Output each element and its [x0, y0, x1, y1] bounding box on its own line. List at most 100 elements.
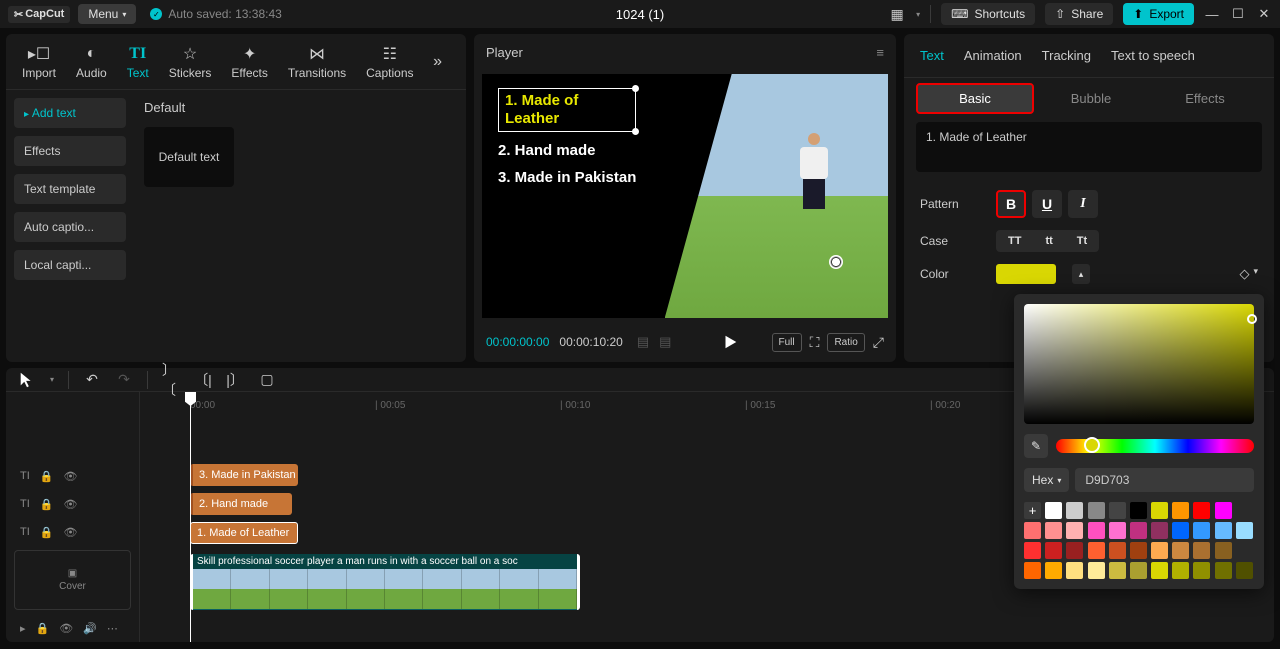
layout-icon[interactable]: ▦	[888, 5, 906, 23]
color-swatch-item[interactable]	[1024, 522, 1041, 539]
fullscreen-icon[interactable]: ⤢	[873, 334, 884, 351]
color-swatch-item[interactable]	[1130, 502, 1147, 519]
eye-icon[interactable]: 👁	[63, 498, 77, 511]
color-swatch-item[interactable]	[1024, 562, 1041, 579]
underline-button[interactable]: U	[1032, 190, 1062, 218]
color-swatch-item[interactable]	[1045, 542, 1062, 559]
sidebar-autocaption[interactable]: Auto captio...	[14, 212, 126, 242]
color-swatch-item[interactable]	[1066, 522, 1083, 539]
lock-icon[interactable]: 🔒	[40, 470, 54, 483]
export-button[interactable]: ⬆Export	[1123, 3, 1194, 25]
case-lower[interactable]: tt	[1033, 230, 1064, 252]
hue-slider[interactable]	[1056, 439, 1254, 453]
ratio-button[interactable]: Ratio	[827, 333, 864, 352]
sidebar-localcaption[interactable]: Local capti...	[14, 250, 126, 280]
color-swatch-item[interactable]	[1172, 502, 1189, 519]
color-swatch-item[interactable]	[1066, 562, 1083, 579]
inspector-tab-tts[interactable]: Text to speech	[1111, 48, 1195, 63]
default-text-preset[interactable]: Default text	[144, 127, 234, 187]
sidebar-template[interactable]: Text template	[14, 174, 126, 204]
color-swatch-item[interactable]	[1130, 522, 1147, 539]
color-dropdown[interactable]: ▴	[1072, 264, 1090, 284]
inspector-tab-animation[interactable]: Animation	[964, 48, 1022, 63]
color-swatch-item[interactable]	[1130, 542, 1147, 559]
subtab-basic[interactable]: Basic	[916, 83, 1034, 114]
color-swatch-item[interactable]	[1045, 502, 1062, 519]
lock-icon[interactable]: 🔒	[40, 498, 54, 511]
color-swatch-item[interactable]	[1088, 542, 1105, 559]
color-swatch-item[interactable]	[1193, 542, 1210, 559]
share-button[interactable]: ⇧Share	[1045, 3, 1113, 25]
color-mode-select[interactable]: Hex▾	[1024, 468, 1069, 492]
color-swatch-item[interactable]	[1109, 522, 1126, 539]
color-swatch-item[interactable]	[1172, 522, 1189, 539]
diamond-icon[interactable]: ◇	[1239, 266, 1249, 282]
expand-tabs[interactable]: »	[424, 46, 452, 78]
color-swatch-item[interactable]	[1236, 562, 1253, 579]
inspector-tab-tracking[interactable]: Tracking	[1042, 48, 1091, 63]
bold-button[interactable]: B	[996, 190, 1026, 218]
trim-left-tool[interactable]: 〔|	[194, 371, 212, 389]
color-swatch-item[interactable]	[1236, 522, 1253, 539]
close-icon[interactable]: ✕	[1256, 6, 1272, 22]
color-swatch-item[interactable]	[1130, 562, 1147, 579]
color-swatch-item[interactable]	[1151, 502, 1168, 519]
color-swatch[interactable]	[996, 264, 1056, 284]
color-swatch-item[interactable]	[1024, 542, 1041, 559]
color-swatch-item[interactable]	[1193, 562, 1210, 579]
color-swatch-item[interactable]	[1066, 502, 1083, 519]
sidebar-effects[interactable]: Effects	[14, 136, 126, 166]
hex-input[interactable]: D9D703	[1075, 468, 1254, 492]
lock-icon[interactable]: 🔒	[40, 526, 54, 539]
list-icon-2[interactable]: ▤	[659, 334, 671, 350]
add-swatch[interactable]: +	[1024, 502, 1041, 519]
color-swatch-item[interactable]	[1193, 502, 1210, 519]
color-swatch-item[interactable]	[1109, 502, 1126, 519]
text-overlay-3[interactable]: 3. Made in Pakistan	[498, 169, 636, 186]
crop-icon[interactable]: ⛶	[810, 334, 820, 351]
color-swatch-item[interactable]	[1215, 522, 1232, 539]
sv-cursor[interactable]	[1247, 314, 1257, 324]
color-swatch-item[interactable]	[1045, 522, 1062, 539]
eyedropper-button[interactable]: ✎	[1024, 434, 1048, 458]
color-swatch-item[interactable]	[1109, 562, 1126, 579]
player-viewport[interactable]: 1. Made ofLeather 2. Hand made 3. Made i…	[482, 74, 888, 318]
pointer-tool[interactable]	[18, 371, 36, 389]
tab-effects[interactable]: ✦Effects	[221, 38, 277, 86]
lock-icon[interactable]: 🔒	[36, 622, 50, 635]
color-swatch-item[interactable]	[1172, 542, 1189, 559]
color-swatch-item[interactable]	[1088, 502, 1105, 519]
tab-text[interactable]: TIText	[117, 38, 159, 86]
color-swatch-item[interactable]	[1215, 562, 1232, 579]
trim-right-tool[interactable]: |〕	[226, 371, 244, 389]
text-content-input[interactable]: 1. Made of Leather	[916, 122, 1262, 172]
color-swatch-item[interactable]	[1045, 562, 1062, 579]
subtab-bubble[interactable]: Bubble	[1034, 85, 1148, 112]
tab-import[interactable]: ▸☐Import	[12, 38, 66, 86]
shortcuts-button[interactable]: ⌨Shortcuts	[941, 3, 1035, 25]
case-title[interactable]: Tt	[1065, 230, 1099, 252]
color-swatch-item[interactable]	[1109, 542, 1126, 559]
play-button[interactable]	[721, 333, 739, 351]
subtab-effects[interactable]: Effects	[1148, 85, 1262, 112]
tab-captions[interactable]: ☷Captions	[356, 38, 423, 86]
color-swatch-item[interactable]	[1088, 562, 1105, 579]
color-swatch-item[interactable]	[1151, 522, 1168, 539]
color-swatch-item[interactable]	[1215, 542, 1232, 559]
color-swatch-item[interactable]	[1151, 542, 1168, 559]
tab-transitions[interactable]: ⋈Transitions	[278, 38, 356, 86]
text-clip-1[interactable]: 1. Made of Leather	[190, 522, 298, 544]
redo-button[interactable]: ↷	[115, 371, 133, 389]
text-clip-3[interactable]: 3. Made in Pakistan	[190, 464, 298, 486]
crop-tool[interactable]: ▢	[258, 371, 276, 389]
chevron-down-icon[interactable]: ▾	[1253, 266, 1258, 282]
cover-button[interactable]: ▣Cover	[14, 550, 131, 610]
video-clip[interactable]: Skill professional soccer player a man r…	[190, 554, 580, 610]
text-overlay-1[interactable]: 1. Made ofLeather	[498, 88, 636, 132]
maximize-icon[interactable]: ☐	[1230, 6, 1246, 22]
italic-button[interactable]: I	[1068, 190, 1098, 218]
eye-icon[interactable]: 👁	[63, 526, 77, 539]
hue-cursor[interactable]	[1084, 437, 1100, 453]
player-menu-icon[interactable]: ≡	[876, 45, 884, 60]
minimize-icon[interactable]: —	[1204, 6, 1220, 22]
